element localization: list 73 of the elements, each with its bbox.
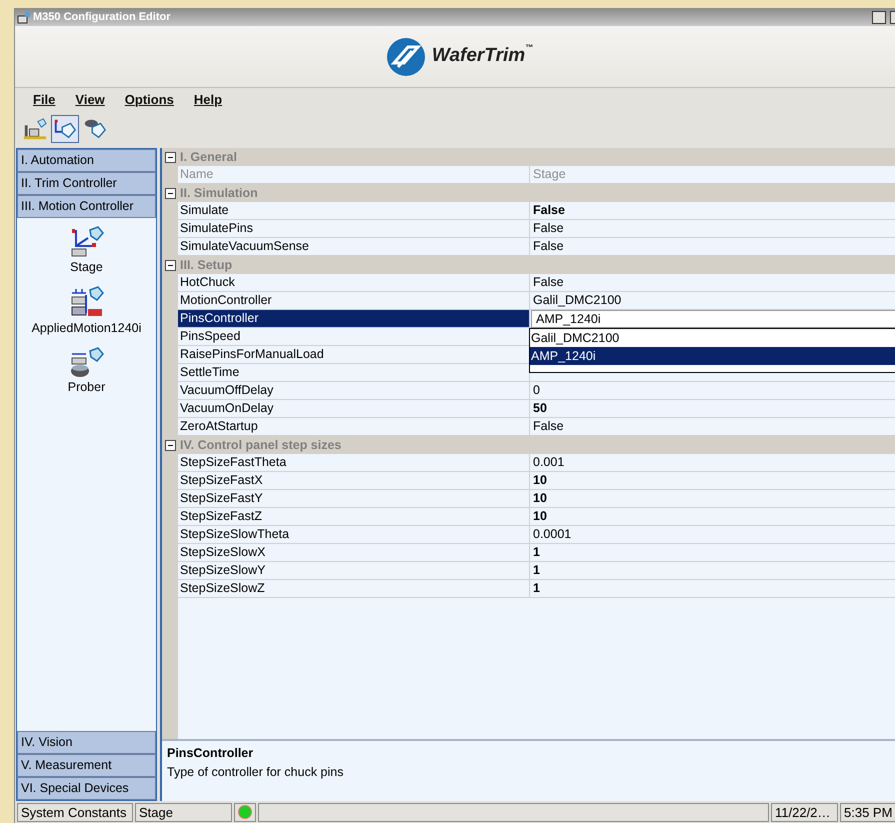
category-header: II. Simulation <box>180 184 258 202</box>
sidebar-item[interactable]: Stage <box>70 258 103 277</box>
menu-item[interactable]: File <box>23 90 66 110</box>
category-header: III. Setup <box>180 256 232 274</box>
property-value: 0.001 <box>532 454 566 471</box>
property-value: 10 <box>532 490 548 507</box>
property-value: 0 <box>532 382 541 399</box>
motor-drive-icon <box>70 284 104 319</box>
window-title: M350 Configuration Editor <box>33 10 170 25</box>
sidebar-item[interactable]: AppliedMotion1240i <box>32 318 142 338</box>
collapse-toggle[interactable] <box>165 188 176 198</box>
property-name[interactable]: StepSizeSlowTheta <box>178 526 530 543</box>
property-value: False <box>532 238 565 255</box>
property-name[interactable]: SimulateVacuumSense <box>178 238 530 255</box>
status-panel: Stage <box>135 802 232 822</box>
sidebar-item[interactable]: Prober <box>68 378 106 396</box>
property-name[interactable]: PinsController <box>178 310 530 327</box>
property-value: False <box>532 202 566 219</box>
dropdown-option[interactable]: AMP_1240i <box>530 347 895 365</box>
property-name[interactable]: Simulate <box>178 202 530 219</box>
property-name[interactable]: ZeroAtStartup <box>178 418 530 435</box>
property-name[interactable]: StepSizeFastZ <box>178 508 530 525</box>
property-value: False <box>532 220 565 237</box>
menu-item[interactable]: Options <box>114 90 184 110</box>
description-title: PinsController <box>167 745 254 762</box>
property-value: False <box>532 418 565 435</box>
property-value: 1 <box>532 562 541 579</box>
description-text: Type of controller for chuck pins <box>167 764 344 781</box>
sidebar-group[interactable]: I. Automation <box>17 149 156 172</box>
property-name[interactable]: StepSizeSlowX <box>178 544 530 561</box>
sidebar-group[interactable]: VI. Special Devices <box>17 777 156 800</box>
stage-icon <box>70 226 104 258</box>
collapse-toggle[interactable] <box>165 152 176 162</box>
property-value: Stage <box>532 166 567 183</box>
status-time: 5:35 PM <box>840 802 895 822</box>
property-value: 0.0001 <box>532 526 572 543</box>
app-icon <box>17 10 31 24</box>
dropdown-option[interactable]: Galil_DMC2100 <box>530 329 895 347</box>
prober-icon <box>70 346 104 378</box>
status-panel: System Constants <box>17 802 133 822</box>
menu-item[interactable]: Help <box>184 90 232 110</box>
sidebar-group[interactable]: IV. Vision <box>17 731 156 754</box>
property-name[interactable]: StepSizeSlowY <box>178 562 530 579</box>
property-name[interactable]: VacuumOffDelay <box>178 382 530 399</box>
dropdown-field[interactable]: AMP_1240i <box>531 310 895 328</box>
property-name[interactable]: StepSizeFastX <box>178 472 530 489</box>
logo-icon <box>386 36 426 76</box>
property-name[interactable]: SimulatePins <box>178 220 530 237</box>
collapse-toggle[interactable] <box>165 260 176 270</box>
property-value: Galil_DMC2100 <box>532 292 622 309</box>
property-value: 1 <box>532 580 541 597</box>
sidebar-group[interactable]: II. Trim Controller <box>17 172 156 195</box>
property-name[interactable]: VacuumOnDelay <box>178 400 530 417</box>
property-name[interactable]: StepSizeSlowZ <box>178 580 530 597</box>
property-value: 1 <box>532 544 541 561</box>
property-value: 10 <box>532 472 548 489</box>
property-name[interactable]: HotChuck <box>178 274 530 291</box>
category-header: IV. Control panel step sizes <box>180 436 342 454</box>
toolbar-button[interactable] <box>51 115 79 143</box>
property-name[interactable]: MotionController <box>178 292 530 309</box>
sidebar-group[interactable]: III. Motion Controller <box>17 195 156 218</box>
status-date: 11/22/2… <box>771 802 838 822</box>
logo-text: WaferTrim™ <box>432 42 534 68</box>
property-value: False <box>532 274 565 291</box>
sidebar-group[interactable]: V. Measurement <box>17 754 156 777</box>
minimize-button[interactable] <box>872 10 886 24</box>
collapse-toggle[interactable] <box>165 440 176 450</box>
property-name[interactable]: StepSizeFastY <box>178 490 530 507</box>
menu-item[interactable]: View <box>65 90 115 110</box>
property-value: 10 <box>532 508 548 525</box>
category-header: I. General <box>180 148 237 166</box>
property-name[interactable]: StepSizeFastTheta <box>178 454 530 471</box>
property-value: 50 <box>532 400 548 417</box>
